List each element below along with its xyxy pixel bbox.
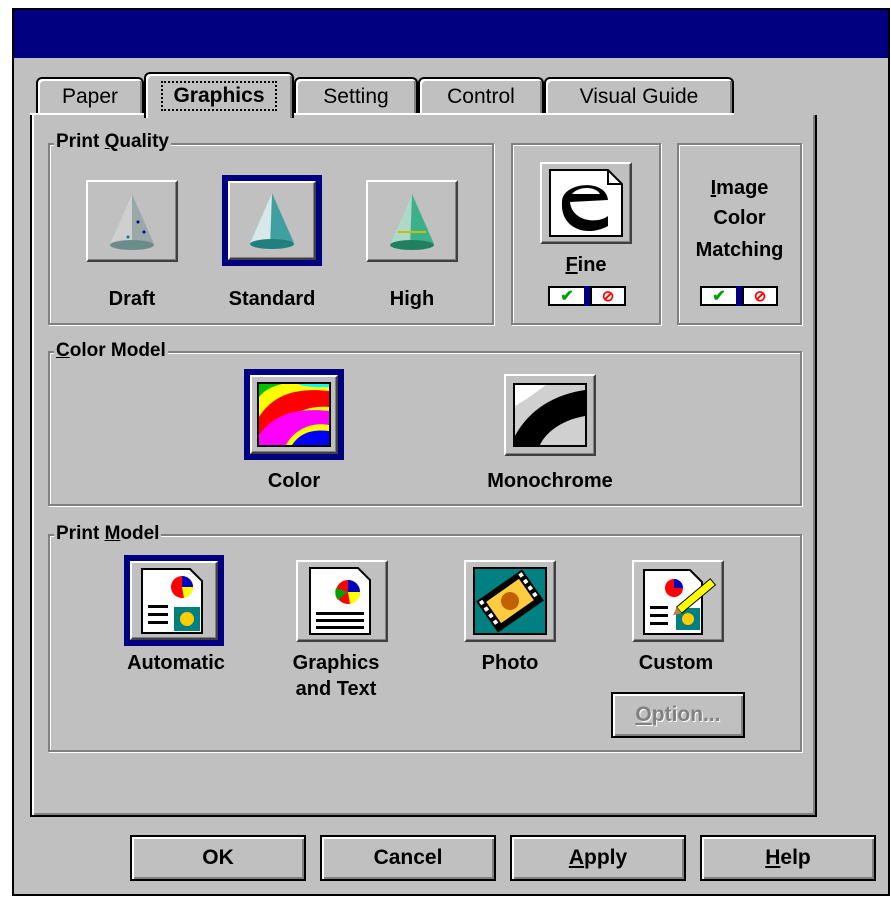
- fine-button[interactable]: [540, 162, 632, 244]
- image-color-matching-label-1: Image: [710, 177, 769, 199]
- automatic-option-button[interactable]: [130, 561, 218, 640]
- photo-label: Photo: [481, 652, 539, 674]
- tab-paper-label: Paper: [61, 85, 119, 108]
- print-quality-legend: Print Quality: [54, 131, 171, 153]
- tab-setting-label: Setting: [323, 85, 389, 108]
- check-icon: ✔: [548, 286, 584, 306]
- ok-button[interactable]: OK: [130, 835, 306, 881]
- standard-quality-selection[interactable]: [222, 175, 322, 266]
- standard-label: Standard: [228, 288, 316, 310]
- document-chart-photo-icon: [141, 568, 203, 634]
- document-pencil-icon: [643, 569, 717, 635]
- option-button[interactable]: Option...: [611, 692, 745, 738]
- tab-control-label: Control: [447, 85, 515, 108]
- image-color-matching-toggle[interactable]: ✔ ⊘: [700, 286, 778, 306]
- draft-quality-button[interactable]: [86, 180, 178, 262]
- prohibit-icon: ⊘: [742, 286, 778, 306]
- color-label: Color: [267, 470, 321, 492]
- panel-edge: [292, 113, 734, 115]
- custom-label: Custom: [638, 652, 714, 674]
- color-model-legend: Color Model: [54, 340, 168, 362]
- fine-label: Fine: [565, 254, 607, 276]
- apply-button[interactable]: Apply: [510, 835, 686, 881]
- title-bar[interactable]: [14, 10, 888, 58]
- fine-resolution-icon: [549, 169, 623, 237]
- custom-option-button[interactable]: [632, 560, 724, 642]
- high-quality-button[interactable]: [366, 180, 458, 262]
- image-color-matching-label-2: Color: [713, 207, 766, 229]
- tab-visual-guide-label: Visual Guide: [579, 85, 699, 108]
- cone-standard-icon: [250, 193, 294, 249]
- automatic-option-selection[interactable]: [124, 555, 224, 646]
- graphics-and-text-label-1: Graphics: [292, 652, 380, 674]
- high-label: High: [389, 288, 435, 310]
- color-option-button[interactable]: [250, 375, 338, 454]
- draft-label: Draft: [108, 288, 156, 310]
- image-color-matching-label-3: Matching: [695, 239, 784, 261]
- cone-draft-icon: [110, 194, 154, 250]
- cone-high-icon: [390, 194, 434, 250]
- help-button[interactable]: Help: [700, 835, 876, 881]
- document-chart-icon: [309, 567, 371, 635]
- tab-visual-guide[interactable]: Visual Guide: [544, 77, 734, 115]
- prohibit-icon: ⊘: [590, 286, 626, 306]
- automatic-label: Automatic: [127, 652, 225, 674]
- tab-graphics-label: Graphics: [161, 81, 277, 111]
- print-model-legend: Print Model: [54, 523, 162, 545]
- photo-film-icon: [473, 567, 547, 635]
- tab-paper[interactable]: Paper: [36, 77, 144, 115]
- monochrome-option-button[interactable]: [504, 374, 596, 456]
- fine-toggle[interactable]: ✔ ⊘: [548, 286, 626, 306]
- color-option-selection[interactable]: [244, 369, 344, 460]
- monochrome-icon: [513, 383, 587, 447]
- photo-option-button[interactable]: [464, 560, 556, 642]
- graphics-and-text-label-2: and Text: [295, 678, 377, 700]
- tab-control[interactable]: Control: [418, 77, 544, 115]
- cancel-button[interactable]: Cancel: [320, 835, 496, 881]
- standard-quality-button[interactable]: [228, 181, 316, 260]
- monochrome-label: Monochrome: [487, 470, 613, 492]
- color-model-group: [48, 351, 802, 506]
- tab-setting[interactable]: Setting: [294, 77, 418, 115]
- graphics-and-text-option-button[interactable]: [296, 560, 388, 642]
- check-icon: ✔: [700, 286, 736, 306]
- tab-graphics[interactable]: Graphics: [144, 72, 294, 118]
- color-rainbow-icon: [257, 382, 331, 447]
- panel-edge: [30, 113, 146, 115]
